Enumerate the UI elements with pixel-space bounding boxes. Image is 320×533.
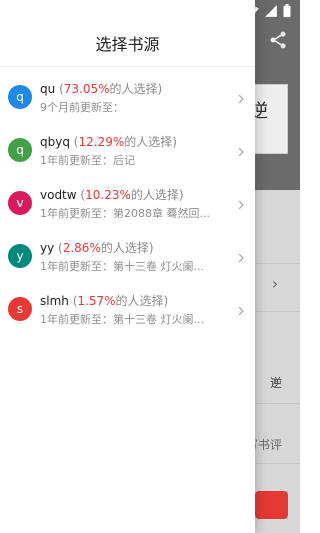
source-avatar: y xyxy=(8,244,32,268)
source-name: qu xyxy=(40,82,56,96)
source-title-line: slmh (1.57%的人选择) xyxy=(40,292,233,309)
source-update-meta: 9个月前更新至： xyxy=(40,101,124,114)
source-percent-suffix: 的人选择 xyxy=(109,82,158,96)
source-percent: 2.86% xyxy=(62,241,101,255)
source-avatar: s xyxy=(8,297,32,321)
source-row[interactable]: v vodtw (10.23%的人选择) 1年前更新至：第2088章 蓦然回..… xyxy=(0,176,255,229)
source-percent: 73.05% xyxy=(63,82,110,96)
source-drawer: 选择书源 q qu (73.05%的人选择) 9个月前更新至： q qbyq (… xyxy=(0,0,255,533)
cell-signal-icon xyxy=(264,3,278,17)
background-divider xyxy=(255,463,300,464)
source-name: slmh xyxy=(40,294,69,308)
source-percent-suffix: 的人选择 xyxy=(100,241,149,255)
source-update-meta: 1年前更新至：第2088章 蓦然回... xyxy=(40,207,210,220)
source-update-meta: 1年前更新至：第十三卷 灯火阑... xyxy=(40,313,204,326)
chevron-right-icon xyxy=(235,143,247,157)
source-row[interactable]: y yy (2.86%的人选择) 1年前更新至：第十三卷 灯火阑... xyxy=(0,229,255,282)
source-percent-suffix: 的人选择 xyxy=(130,188,179,202)
source-title-line: yy (2.86%的人选择) xyxy=(40,239,233,256)
source-title-line: vodtw (10.23%的人选择) xyxy=(40,186,233,203)
source-title-line: qbyq (12.29%的人选择) xyxy=(40,133,233,150)
page-title: 选择书源 xyxy=(95,35,160,54)
share-icon[interactable] xyxy=(268,30,288,50)
chevron-right-icon xyxy=(235,302,247,316)
chevron-right-icon: › xyxy=(271,274,279,293)
background-text-fragment: 逆 xyxy=(269,376,282,390)
source-name: vodtw xyxy=(40,188,77,202)
source-paren-close: ) xyxy=(157,82,163,96)
source-avatar: q xyxy=(8,85,32,109)
background-primary-button[interactable] xyxy=(255,491,288,519)
background-divider xyxy=(255,403,300,404)
source-update-meta: 1年前更新至：第十三卷 灯火阑... xyxy=(40,260,204,273)
source-paren-close: ) xyxy=(172,135,177,149)
source-paren-close: ) xyxy=(148,241,154,255)
source-name: yy xyxy=(40,241,55,255)
source-row[interactable]: q qbyq (12.29%的人选择) 1年前更新至：后记 xyxy=(0,123,255,176)
source-percent: 12.29% xyxy=(78,135,125,149)
source-list: q qu (73.05%的人选择) 9个月前更新至： q qbyq (12.29… xyxy=(0,66,255,335)
battery-icon xyxy=(282,3,292,18)
source-percent-suffix: 的人选择 xyxy=(124,135,173,149)
background-divider xyxy=(255,311,300,312)
source-avatar: v xyxy=(8,191,32,215)
background-divider xyxy=(255,263,300,264)
source-avatar: q xyxy=(8,138,32,162)
chevron-right-icon xyxy=(235,249,247,263)
source-row[interactable]: q qu (73.05%的人选择) 9个月前更新至： xyxy=(0,70,255,123)
source-percent-suffix: 的人选择 xyxy=(115,294,164,308)
source-title-line: qu (73.05%的人选择) xyxy=(40,80,233,97)
source-percent: 1.57% xyxy=(77,294,116,308)
source-paren-close: ) xyxy=(163,294,169,308)
source-row[interactable]: s slmh (1.57%的人选择) 1年前更新至：第十三卷 灯火阑... xyxy=(0,282,255,335)
source-percent: 10.23% xyxy=(85,188,131,202)
chevron-right-icon xyxy=(235,90,247,104)
source-name: qbyq xyxy=(40,135,70,149)
source-update-meta: 1年前更新至：后记 xyxy=(40,154,135,167)
source-paren-close: ) xyxy=(178,188,184,202)
chevron-right-icon xyxy=(235,196,247,210)
